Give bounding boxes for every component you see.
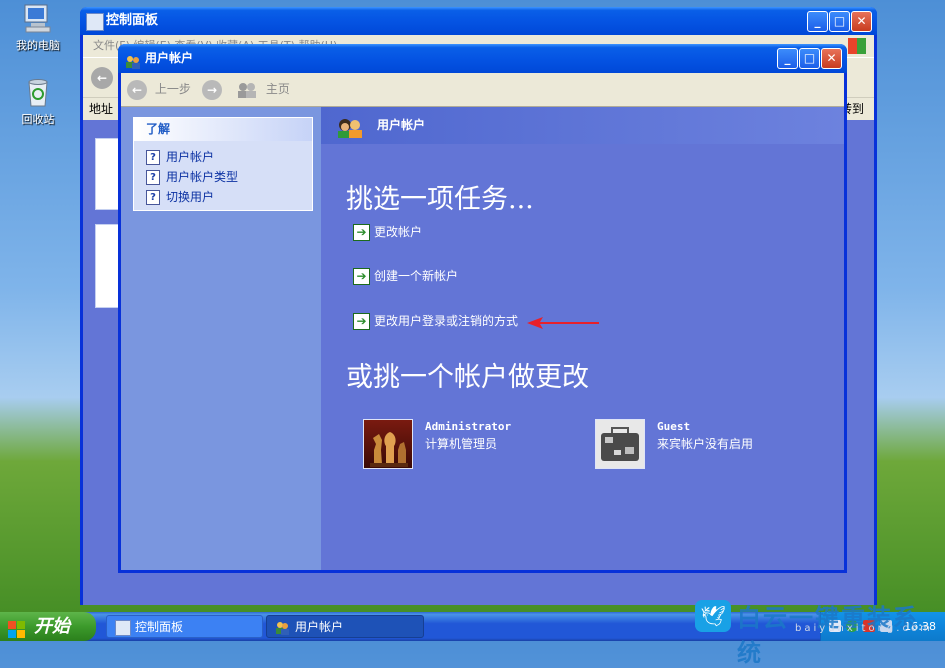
desktop-icon-my-computer[interactable]: 我的电脑 bbox=[3, 2, 73, 53]
help-question-icon: ? bbox=[146, 150, 160, 165]
account-name: Guest bbox=[657, 420, 691, 433]
user-accounts-title: 用户帐户 bbox=[145, 51, 194, 65]
help-question-icon: ? bbox=[146, 190, 160, 205]
watermark-subtext: baiyunxitong.com bbox=[795, 623, 933, 634]
user-accounts-icon bbox=[125, 51, 140, 69]
chess-pieces-icon bbox=[363, 419, 413, 469]
home-button[interactable]: 主页 bbox=[236, 79, 290, 99]
control-panel-title: 控制面板 bbox=[106, 13, 159, 28]
desktop-icon-label: 回收站 bbox=[21, 113, 55, 126]
minimize-button[interactable]: _ bbox=[807, 11, 828, 32]
back-arrow-icon: ← bbox=[127, 79, 147, 100]
account-description: 计算机管理员 bbox=[425, 437, 498, 451]
task-label: 更改用户登录或注销的方式 bbox=[374, 314, 519, 328]
user-accounts-header-title: 用户帐户 bbox=[377, 118, 426, 132]
address-label: 地址 bbox=[89, 102, 114, 116]
close-button[interactable]: ✕ bbox=[851, 11, 872, 32]
forward-arrow-icon: → bbox=[202, 79, 222, 100]
minimize-button[interactable]: _ bbox=[777, 48, 798, 69]
green-arrow-icon: ➔ bbox=[353, 268, 370, 285]
home-users-icon bbox=[236, 82, 258, 98]
task-label: 更改帐户 bbox=[374, 225, 423, 239]
taskbar-button-user-accounts[interactable]: 用户帐户 bbox=[266, 615, 424, 638]
learn-link-label: 用户帐户类型 bbox=[166, 170, 239, 184]
control-panel-titlebar[interactable]: 控制面板 _ □ ✕ bbox=[80, 7, 877, 35]
green-arrow-icon: ➔ bbox=[353, 224, 370, 241]
pick-account-heading: 或挑一个帐户做更改 bbox=[346, 362, 589, 393]
back-button[interactable]: ← 上一步 bbox=[127, 79, 191, 100]
home-label: 主页 bbox=[265, 82, 290, 96]
user-accounts-sidebar: 了解 ? 用户帐户 ? 用户帐户类型 ? 切换用户 bbox=[121, 107, 321, 570]
account-administrator[interactable]: Administrator 计算机管理员 bbox=[363, 419, 543, 469]
task-label: 创建一个新帐户 bbox=[374, 269, 459, 283]
start-button[interactable]: 开始 bbox=[0, 612, 96, 641]
windows-flag-icon bbox=[8, 618, 26, 638]
learn-link-label: 用户帐户 bbox=[166, 150, 215, 164]
watermark: 🕊 白云一键重装系统 baiyunxitong.com bbox=[695, 598, 940, 667]
user-accounts-main: 用户帐户 挑选一项任务... ➔ 更改帐户 ➔ 创建一个新帐户 ➔ 更改用户登录或注销… bbox=[321, 107, 844, 570]
back-arrow-icon[interactable]: ← bbox=[91, 67, 113, 89]
taskbar-button-control-panel[interactable]: 控制面板 bbox=[106, 615, 263, 638]
user-accounts-header: 用户帐户 bbox=[321, 107, 844, 144]
user-accounts-header-icon bbox=[335, 116, 367, 138]
account-guest[interactable]: Guest 来宾帐户没有启用 bbox=[595, 419, 795, 469]
learn-link-account-types[interactable]: ? 用户帐户类型 bbox=[134, 167, 312, 187]
user-accounts-titlebar[interactable]: 用户帐户 _ □ ✕ bbox=[118, 44, 847, 73]
annotation-arrow bbox=[527, 317, 599, 329]
maximize-button[interactable]: □ bbox=[829, 11, 850, 32]
pick-task-heading: 挑选一项任务... bbox=[346, 184, 534, 215]
desktop-icon-recycle-bin[interactable]: 回收站 bbox=[3, 76, 73, 127]
account-description: 来宾帐户没有启用 bbox=[657, 437, 754, 451]
control-panel-icon bbox=[115, 620, 131, 636]
back-label: 上一步 bbox=[154, 82, 191, 96]
green-arrow-icon: ➔ bbox=[353, 313, 370, 330]
task-create-account[interactable]: ➔ 创建一个新帐户 bbox=[353, 268, 458, 285]
taskbar-button-label: 控制面板 bbox=[135, 620, 184, 634]
user-accounts-toolbar: ← 上一步 → 主页 bbox=[121, 73, 844, 107]
learn-panel: 了解 ? 用户帐户 ? 用户帐户类型 ? 切换用户 bbox=[133, 117, 313, 211]
user-accounts-icon bbox=[275, 620, 289, 635]
desktop-icon-label: 我的电脑 bbox=[16, 39, 60, 52]
windows-logo-icon bbox=[848, 38, 866, 54]
task-change-logon-method[interactable]: ➔ 更改用户登录或注销的方式 bbox=[353, 313, 518, 330]
learn-panel-heading: 了解 bbox=[134, 118, 312, 141]
start-label: 开始 bbox=[34, 616, 70, 637]
help-question-icon: ? bbox=[146, 170, 160, 185]
maximize-button[interactable]: □ bbox=[799, 48, 820, 69]
account-name: Administrator bbox=[425, 420, 512, 433]
forward-button[interactable]: → bbox=[202, 79, 222, 100]
bird-logo-icon: 🕊 bbox=[695, 600, 731, 632]
learn-link-label: 切换用户 bbox=[166, 190, 215, 204]
close-button[interactable]: ✕ bbox=[821, 48, 842, 69]
my-computer-icon bbox=[21, 2, 55, 34]
taskbar-button-label: 用户帐户 bbox=[295, 620, 344, 634]
learn-link-user-accounts[interactable]: ? 用户帐户 bbox=[134, 144, 312, 167]
control-panel-icon bbox=[86, 13, 104, 31]
learn-link-switch-user[interactable]: ? 切换用户 bbox=[134, 187, 312, 207]
user-accounts-window: 用户帐户 _ □ ✕ ← 上一步 → 主页 了解 ? 用户帐户 ? 用户帐户类型… bbox=[118, 44, 847, 573]
suitcase-icon bbox=[595, 419, 645, 469]
recycle-bin-icon bbox=[21, 76, 55, 108]
task-change-account[interactable]: ➔ 更改帐户 bbox=[353, 224, 422, 241]
